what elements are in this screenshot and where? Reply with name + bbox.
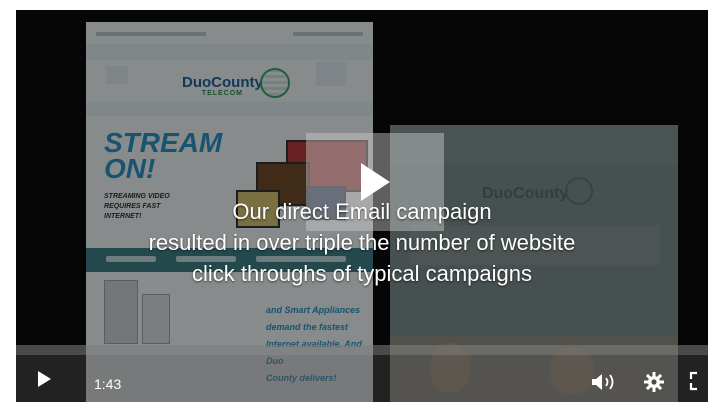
video-caption: Our direct Email campaign resulted in ov… bbox=[16, 196, 708, 289]
volume-button[interactable] bbox=[591, 373, 617, 396]
play-icon bbox=[38, 371, 51, 387]
video-player[interactable]: DuoCounty TELECOM STREAM ON! STREAMING V… bbox=[16, 10, 708, 402]
progress-bar[interactable] bbox=[16, 345, 708, 355]
video-control-bar: 1:43 bbox=[16, 345, 708, 402]
caption-line-1: Our direct Email campaign bbox=[232, 199, 492, 224]
fullscreen-icon bbox=[689, 371, 697, 391]
caption-line-3: click throughs of typical campaigns bbox=[192, 261, 532, 286]
settings-button[interactable] bbox=[643, 371, 665, 398]
volume-icon bbox=[592, 374, 614, 390]
gear-icon bbox=[644, 372, 664, 392]
current-time: 1:43 bbox=[94, 376, 122, 392]
fullscreen-button[interactable] bbox=[689, 371, 707, 396]
play-button[interactable] bbox=[36, 370, 52, 393]
caption-line-2: resulted in over triple the number of we… bbox=[148, 230, 576, 255]
